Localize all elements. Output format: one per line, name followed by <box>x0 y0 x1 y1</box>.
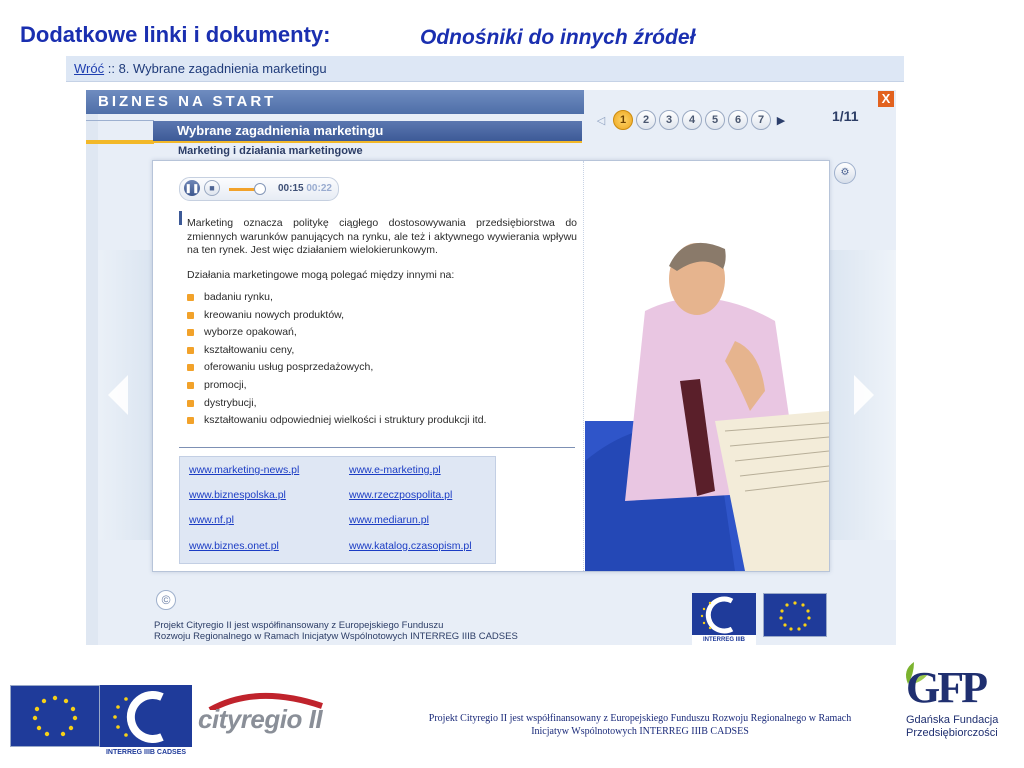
list-item-text: promocji, <box>204 378 247 391</box>
project-note-line-2: Rozwoju Regionalnego w Ramach Inicjatyw … <box>154 631 518 642</box>
section-title: Wybrane zagadnienia marketingu <box>153 121 582 141</box>
bullet-icon <box>187 399 194 407</box>
link-biznespolska[interactable]: www.biznespolska.pl <box>189 489 286 501</box>
copyright-icon[interactable]: © <box>156 590 176 610</box>
footer-interreg-logo: INTERREG IIIB CADSES <box>100 685 192 761</box>
intro-paragraph: Marketing oznacza politykę ciągłego dost… <box>187 217 577 256</box>
list-item-text: kształtowaniu odpowiedniej wielkości i s… <box>204 414 487 427</box>
content-divider <box>179 447 575 448</box>
link-biznes-onet[interactable]: www.biznes.onet.pl <box>189 540 279 552</box>
links-box: www.marketing-news.pl www.biznespolska.p… <box>179 456 496 564</box>
link-katalog-czasopism[interactable]: www.katalog.czasopism.pl <box>349 540 472 552</box>
page-button-2[interactable]: 2 <box>636 110 656 130</box>
cityregio-wordmark: cityregio II <box>198 704 323 734</box>
list-item-text: kreowaniu nowych produktów, <box>204 308 345 321</box>
list-item-text: badaniu rynku, <box>204 291 273 303</box>
interreg-caption: INTERREG IIIB CADSES <box>702 637 745 643</box>
footer-eu-flag <box>10 685 100 747</box>
eu-flag <box>763 593 827 637</box>
page-button-7[interactable]: 7 <box>751 110 771 130</box>
list-intro: Działania marketingowe mogą polegać międ… <box>187 269 455 281</box>
list-item: oferowaniu usług posprzedażowych, <box>187 359 486 377</box>
list-item: kształtowaniu odpowiedniej wielkości i s… <box>187 412 486 430</box>
gfp-logo: GFP Gdańska Fundacja Przedsiębiorczości <box>898 660 1008 760</box>
link-marketing-news[interactable]: www.marketing-news.pl <box>189 464 299 476</box>
page-button-4[interactable]: 4 <box>682 110 702 130</box>
current-time: 00:15 <box>278 183 304 194</box>
footer-project-note: Projekt Cityregio II jest współfinansowa… <box>405 712 875 738</box>
interreg-logo: INTERREG IIIB CADSES <box>692 593 756 645</box>
list-item: kreowaniu nowych produktów, <box>187 307 486 325</box>
project-note-line-1: Projekt Cityregio II jest współfinansowa… <box>154 620 444 631</box>
list-item-text: oferowaniu usług posprzedażowych, <box>204 361 374 374</box>
pause-button[interactable]: ❚❚ <box>184 180 200 196</box>
link-e-marketing[interactable]: www.e-marketing.pl <box>349 464 441 476</box>
settings-icon[interactable]: ⚙ <box>834 162 856 184</box>
stop-button[interactable]: ■ <box>204 180 220 196</box>
page-button-5[interactable]: 5 <box>705 110 725 130</box>
bullet-icon <box>187 381 194 389</box>
paragraph-marker <box>179 211 182 225</box>
list-item: badaniu rynku, <box>187 289 486 307</box>
list-item: dystrybucji, <box>187 395 486 413</box>
link-rzeczpospolita[interactable]: www.rzeczpospolita.pl <box>349 489 452 501</box>
list-item-text: dystrybucji, <box>204 396 257 409</box>
page-navigation: ◁ 1 2 3 4 5 6 7 ▶ <box>592 102 788 138</box>
previous-page-icon[interactable]: ◁ <box>592 114 610 127</box>
footer-interreg-caption: INTERREG IIIB CADSES <box>105 749 187 756</box>
breadcrumb: Wróć :: 8. Wybrane zagadnienia marketing… <box>66 56 904 82</box>
bullet-icon <box>187 294 194 301</box>
bullet-icon <box>187 311 194 319</box>
section-underline <box>153 141 582 143</box>
list-item: promocji, <box>187 377 486 395</box>
next-page-icon[interactable]: ▶ <box>774 114 788 127</box>
breadcrumb-current: 8. Wybrane zagadnienia marketingu <box>118 61 327 76</box>
back-link[interactable]: Wróć <box>74 61 104 76</box>
page-button-6[interactable]: 6 <box>728 110 748 130</box>
brand-accent-bar <box>86 140 154 144</box>
gfp-wordmark: GFP <box>906 663 988 712</box>
slide-subtitle: Odnośniki do innych źródeł <box>420 26 696 49</box>
footer-note-line-1: Projekt Cityregio II jest współfinansowa… <box>428 713 852 724</box>
gfp-name-line-1: Gdańska Fundacja <box>906 714 999 726</box>
gfp-name-line-2: Przedsiębiorczości <box>906 727 998 739</box>
progress-slider-handle[interactable] <box>253 183 266 195</box>
audio-player: ❚❚ ■ 00:15 00:22 <box>179 177 339 201</box>
divider <box>86 120 154 121</box>
page-button-3[interactable]: 3 <box>659 110 679 130</box>
breadcrumb-separator: :: <box>104 61 119 76</box>
list-item-text: kształtowaniu ceny, <box>204 343 295 356</box>
playback-time: 00:15 00:22 <box>278 183 332 194</box>
subsection-title: Marketing i działania marketingowe <box>178 145 363 157</box>
cityregio-logo: cityregio II <box>196 690 376 740</box>
link-mediarun[interactable]: www.mediarun.pl <box>349 514 429 526</box>
close-button[interactable]: X <box>878 91 894 107</box>
project-note: Projekt Cityregio II jest współfinansowa… <box>154 620 518 642</box>
bullet-icon <box>187 329 194 337</box>
footer-note-line-2: Inicjatyw Wspólnotowych INTERREG IIIB CA… <box>531 726 749 737</box>
page-button-1[interactable]: 1 <box>613 110 633 130</box>
list-item: kształtowaniu ceny, <box>187 342 486 360</box>
bullet-icon <box>187 417 194 425</box>
course-window: BIZNES NA START ◁ 1 2 3 4 5 6 7 ▶ 1/11 X… <box>86 90 896 645</box>
bullet-icon <box>187 346 194 354</box>
slide-title: Dodatkowe linki i dokumenty: <box>20 22 331 47</box>
content-panel: ❚❚ ■ 00:15 00:22 Marketing oznacza polit… <box>152 160 830 572</box>
bullet-icon <box>187 364 194 372</box>
gfp-name: Gdańska Fundacja Przedsiębiorczości <box>906 714 998 740</box>
brand-banner: BIZNES NA START <box>86 90 584 114</box>
total-time: 00:22 <box>306 183 332 194</box>
activities-list: badaniu rynku, kreowaniu nowych produktó… <box>187 289 486 430</box>
list-item-text: wyborze opakowań, <box>204 326 297 339</box>
link-nf[interactable]: www.nf.pl <box>189 514 234 526</box>
right-side-panel <box>828 250 896 540</box>
businessman-photo <box>585 161 829 571</box>
page-counter: 1/11 <box>832 108 859 124</box>
list-item: wyborze opakowań, <box>187 324 486 342</box>
